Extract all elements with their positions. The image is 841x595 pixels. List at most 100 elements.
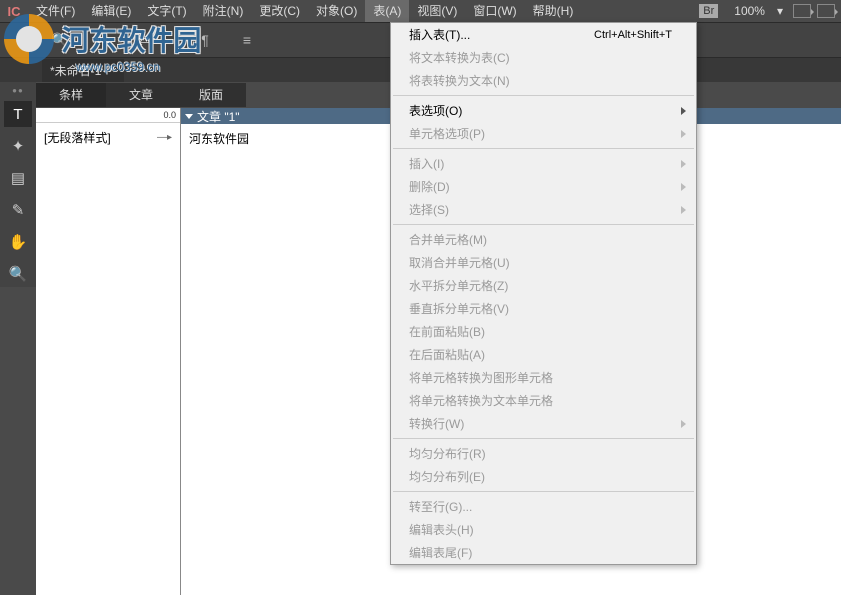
menu-item[interactable]: 表选项(O) <box>391 99 696 122</box>
menu-item: 插入(I) <box>391 152 696 175</box>
menu-item: 在前面粘贴(B) <box>391 320 696 343</box>
note-tool-icon[interactable]: ✦ <box>4 133 32 159</box>
menu-item: 均匀分布行(R) <box>391 442 696 465</box>
menu-7[interactable]: 视图(V) <box>409 0 465 22</box>
menu-item: 编辑表尾(F) <box>391 541 696 564</box>
abc-icon[interactable]: abc <box>90 28 114 52</box>
drag-handle-icon[interactable]: ●● <box>12 86 24 95</box>
collapse-icon[interactable] <box>185 114 193 119</box>
arrange-icon[interactable] <box>817 4 835 18</box>
menubar: IC 文件(F)编辑(E)文字(T)附注(N)更改(C)对象(O)表(A)视图(… <box>0 0 841 22</box>
style-indicator-icon: —▸ <box>157 132 172 143</box>
menu-item: 将文本转换为表(C) <box>391 46 696 69</box>
menubar-right: Br 100% ▾ <box>699 0 841 22</box>
tab-article[interactable]: 文章 <box>106 83 176 107</box>
menu-9[interactable]: 帮助(H) <box>525 0 582 22</box>
menu-item: 均匀分布列(E) <box>391 465 696 488</box>
menu-item: 删除(D) <box>391 175 696 198</box>
submenu-arrow-icon <box>681 130 686 138</box>
menu-item: 将单元格转换为文本单元格 <box>391 389 696 412</box>
menu-item-label: 编辑表尾(F) <box>409 544 472 561</box>
menu-2[interactable]: 文字(T) <box>139 0 194 22</box>
bridge-badge[interactable]: Br <box>699 4 718 18</box>
zoom-tool-icon[interactable]: 🔍 <box>4 261 32 287</box>
document-tab[interactable]: *未命名-1 ✕ <box>42 59 124 82</box>
submenu-arrow-icon <box>681 206 686 214</box>
menu-item: 选择(S) <box>391 198 696 221</box>
menu-separator <box>393 95 694 96</box>
menu-separator <box>393 224 694 225</box>
menu-item-label: 在后面粘贴(A) <box>409 346 485 363</box>
columns-icon[interactable]: ≡ <box>235 28 259 52</box>
menu-4[interactable]: 更改(C) <box>251 0 308 22</box>
menu-item: 转换行(W) <box>391 412 696 435</box>
menu-item-label: 均匀分布列(E) <box>409 468 485 485</box>
menu-shortcut: Ctrl+Alt+Shift+T <box>594 29 672 41</box>
submenu-arrow-icon <box>681 183 686 191</box>
menu-item: 取消合并单元格(U) <box>391 251 696 274</box>
hand-tool-icon[interactable]: ✋ <box>4 229 32 255</box>
menu-item-label: 表选项(O) <box>409 102 462 119</box>
menu-3[interactable]: 附注(N) <box>195 0 252 22</box>
panel-tabs: 条样 文章 版面 <box>36 82 246 108</box>
menu-item-label: 垂直拆分单元格(V) <box>409 300 509 317</box>
menu-item-label: 在前面粘贴(B) <box>409 323 485 340</box>
zoom-dropdown-icon[interactable]: ▾ <box>773 4 787 18</box>
separator <box>174 30 175 50</box>
menu-item[interactable]: 插入表(T)... Ctrl+Alt+Shift+T <box>391 23 696 46</box>
menu-item-label: 均匀分布行(R) <box>409 445 486 462</box>
tools-panel: ●● T ✦ ▤ ✎ ✋ 🔍 <box>0 82 36 287</box>
pilcrow-icon[interactable]: ¶ <box>193 28 217 52</box>
zoom-level[interactable]: 100% <box>726 4 773 18</box>
styles-panel: 0.0 [无段落样式] —▸ <box>36 108 181 595</box>
menu-item: 将表转换为文本(N) <box>391 69 696 92</box>
screen-mode-icon[interactable] <box>793 4 811 18</box>
menu-item-label: 合并单元格(M) <box>409 231 487 248</box>
menu-item: 合并单元格(M) <box>391 228 696 251</box>
menu-0[interactable]: 文件(F) <box>28 0 83 22</box>
menu-item: 垂直拆分单元格(V) <box>391 297 696 320</box>
article-title: 文章 "1" <box>197 108 240 125</box>
style-name: [无段落样式] <box>44 129 111 146</box>
search-icon[interactable]: 🔍 <box>48 28 72 52</box>
menu-1[interactable]: 编辑(E) <box>83 0 139 22</box>
menu-item-label: 编辑表头(H) <box>409 521 474 538</box>
menu-5[interactable]: 对象(O) <box>308 0 365 22</box>
app-icon: IC <box>0 0 28 22</box>
menu-item-label: 取消合并单元格(U) <box>409 254 510 271</box>
submenu-arrow-icon <box>681 107 686 115</box>
submenu-arrow-icon <box>681 160 686 168</box>
table-menu-dropdown: 插入表(T)... Ctrl+Alt+Shift+T 将文本转换为表(C) 将表转换为… <box>390 22 697 565</box>
menu-item-label: 删除(D) <box>409 178 450 195</box>
tab-style[interactable]: 条样 <box>36 83 106 107</box>
menu-6[interactable]: 表(A) <box>365 0 409 22</box>
menu-item-label: 转至行(G)... <box>409 498 472 515</box>
eyedropper-tool-icon[interactable]: ✎ <box>4 197 32 223</box>
menu-item-label: 插入表(T)... <box>409 26 470 43</box>
tab-layout[interactable]: 版面 <box>176 83 246 107</box>
type-tool-icon[interactable]: T <box>4 101 32 127</box>
menu-item: 编辑表头(H) <box>391 518 696 541</box>
menu-item-label: 水平拆分单元格(Z) <box>409 277 508 294</box>
menu-item: 将单元格转换为图形单元格 <box>391 366 696 389</box>
menu-item-label: 将文本转换为表(C) <box>409 49 510 66</box>
text-tool-icon[interactable]: ▤ <box>4 165 32 191</box>
menu-item: 水平拆分单元格(Z) <box>391 274 696 297</box>
menu-item-label: 将单元格转换为图形单元格 <box>409 369 553 386</box>
swap-icon[interactable]: ⇄ <box>132 28 156 52</box>
menu-item-label: 将表转换为文本(N) <box>409 72 510 89</box>
document-tab-label: *未命名-1 <box>50 62 101 79</box>
menu-separator <box>393 148 694 149</box>
menu-item-label: 单元格选项(P) <box>409 125 485 142</box>
menu-8[interactable]: 窗口(W) <box>465 0 524 22</box>
ruler-value: 0.0 <box>163 110 176 120</box>
paragraph-style-item[interactable]: [无段落样式] —▸ <box>36 122 180 152</box>
menu-item: 转至行(G)... <box>391 495 696 518</box>
menu-item-label: 转换行(W) <box>409 415 464 432</box>
menu-item-label: 选择(S) <box>409 201 449 218</box>
menu-item: 在后面粘贴(A) <box>391 343 696 366</box>
menu-item-label: 将单元格转换为文本单元格 <box>409 392 553 409</box>
close-icon[interactable]: ✕ <box>107 65 115 76</box>
menu-item-label: 插入(I) <box>409 155 444 172</box>
submenu-arrow-icon <box>681 420 686 428</box>
